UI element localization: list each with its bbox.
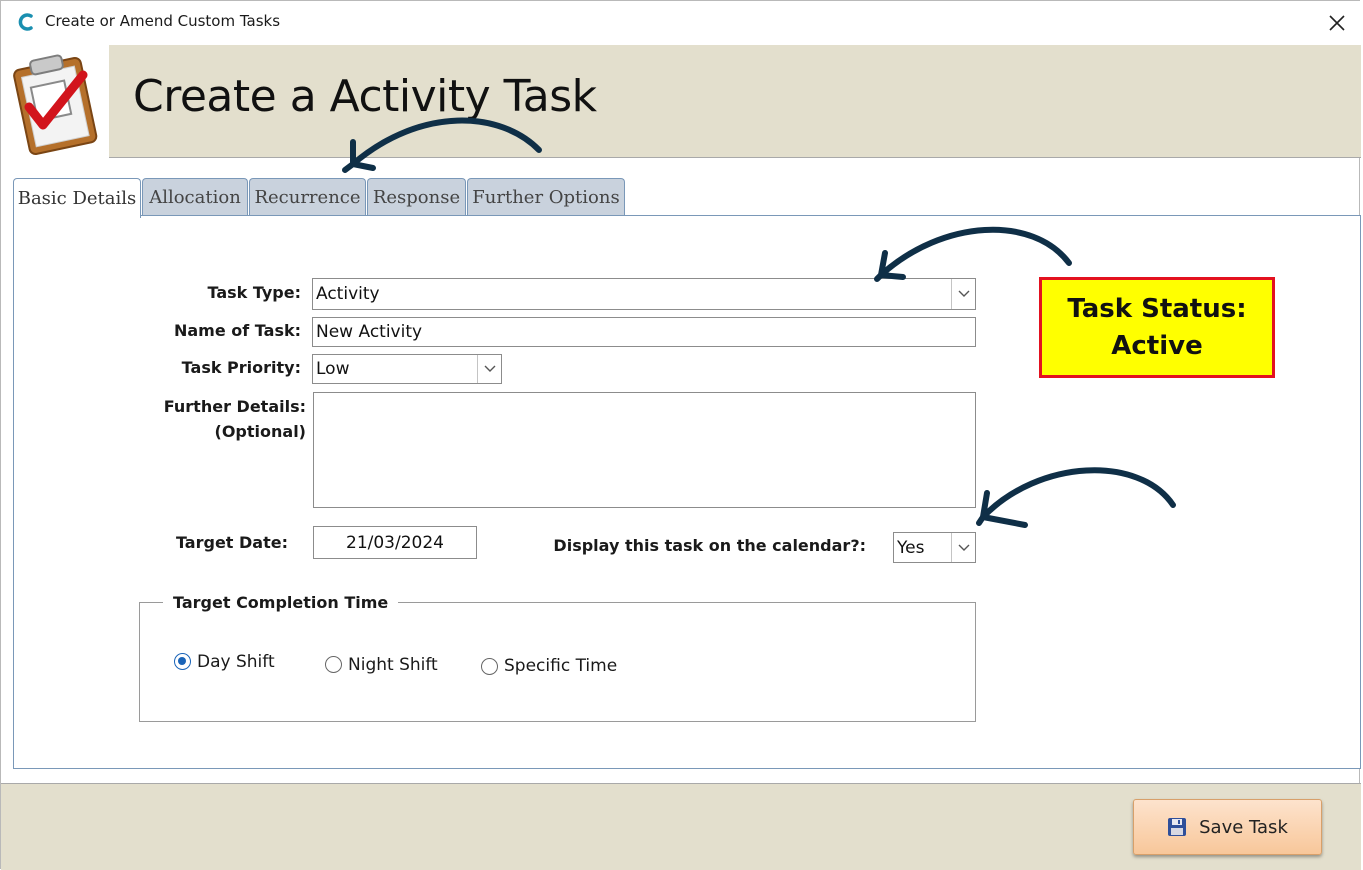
page-title: Create a Activity Task	[133, 71, 597, 122]
save-task-button[interactable]: Save Task	[1133, 799, 1322, 855]
name-of-task-label: Name of Task:	[173, 321, 301, 340]
task-status-badge: Task Status: Active	[1039, 277, 1275, 378]
chevron-down-icon	[958, 544, 969, 551]
day-shift-label[interactable]: Day Shift	[197, 652, 275, 672]
tab-allocation[interactable]: Allocation	[142, 178, 248, 216]
task-type-select[interactable]: Activity	[312, 278, 976, 310]
title-bar: Create or Amend Custom Tasks	[1, 1, 1361, 45]
specific-time-label[interactable]: Specific Time	[504, 656, 617, 676]
window-title: Create or Amend Custom Tasks	[45, 12, 281, 30]
task-type-value: Activity	[316, 284, 380, 304]
task-type-label: Task Type:	[207, 283, 301, 302]
target-date-label: Target Date:	[175, 533, 288, 552]
further-details-label: Further Details:	[163, 397, 306, 416]
name-of-task-input[interactable]: New Activity	[312, 317, 976, 347]
chevron-down-icon	[484, 365, 495, 372]
display-on-calendar-label: Display this task on the calendar?:	[553, 536, 866, 555]
further-details-optional-label: (Optional)	[214, 422, 306, 441]
display-on-calendar-value: Yes	[897, 537, 925, 558]
task-priority-value: Low	[316, 359, 350, 379]
close-icon	[1329, 15, 1345, 31]
night-shift-radio[interactable]	[325, 656, 342, 673]
tab-response[interactable]: Response	[367, 178, 466, 216]
task-status-heading: Task Status:	[1067, 294, 1247, 325]
tab-recurrence[interactable]: Recurrence	[249, 178, 366, 216]
dialog-window: Create or Amend Custom Tasks Create a Ac…	[0, 0, 1361, 870]
tab-further-options[interactable]: Further Options	[467, 178, 625, 216]
header-band: Create a Activity Task	[1, 45, 1361, 158]
target-date-input[interactable]: 21/03/2024	[313, 526, 477, 559]
save-task-label: Save Task	[1199, 816, 1288, 838]
tab-basic-details[interactable]: Basic Details	[13, 178, 141, 218]
chevron-down-icon	[958, 290, 969, 297]
target-date-value: 21/03/2024	[346, 532, 444, 553]
header-logo	[1, 45, 109, 158]
display-on-calendar-select[interactable]: Yes	[893, 532, 976, 563]
night-shift-label[interactable]: Night Shift	[348, 655, 438, 675]
task-status-value: Active	[1111, 330, 1203, 361]
day-shift-radio[interactable]	[174, 653, 191, 670]
specific-time-radio[interactable]	[481, 658, 498, 675]
close-button[interactable]	[1317, 5, 1357, 41]
task-priority-dropdown-button[interactable]	[477, 355, 501, 383]
target-completion-time-legend: Target Completion Time	[163, 593, 399, 612]
further-details-textarea[interactable]	[313, 392, 976, 508]
floppy-disk-icon	[1168, 818, 1187, 836]
task-type-dropdown-button[interactable]	[951, 279, 975, 309]
name-of-task-value: New Activity	[316, 322, 423, 342]
task-priority-select[interactable]: Low	[312, 354, 502, 384]
app-logo-icon	[18, 13, 33, 31]
display-on-calendar-dropdown-button[interactable]	[951, 533, 975, 562]
task-priority-label: Task Priority:	[181, 358, 301, 377]
clipboard-check-icon	[13, 54, 98, 155]
